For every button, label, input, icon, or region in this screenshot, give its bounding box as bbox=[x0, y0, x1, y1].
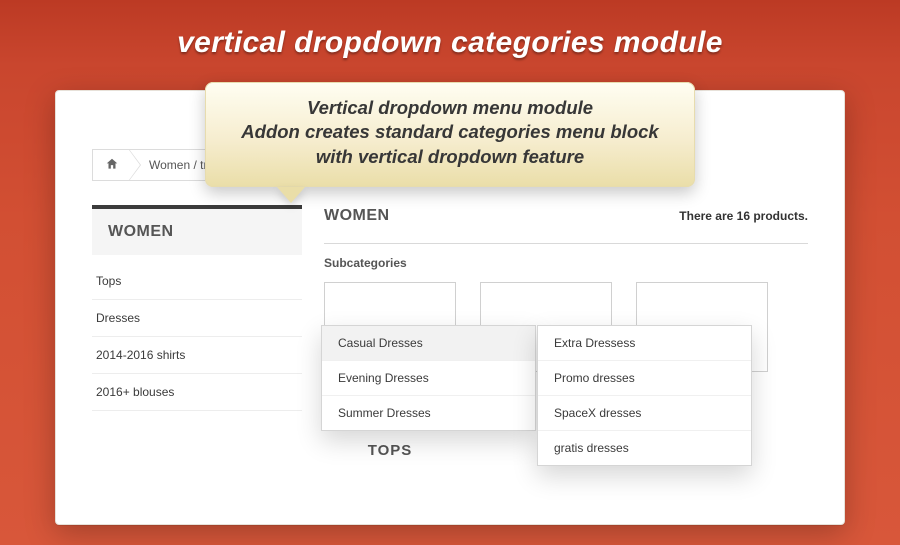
product-count: There are 16 products. bbox=[679, 209, 808, 223]
callout-line: Addon creates standard categories menu b… bbox=[227, 120, 673, 144]
sidebar-item-label: Tops bbox=[92, 263, 302, 299]
sidebar-item-label: Dresses bbox=[92, 300, 302, 336]
category-title: WOMEN bbox=[324, 207, 390, 225]
dropdown-item[interactable]: SpaceX dresses bbox=[538, 396, 751, 431]
dropdown-item[interactable]: Extra Dressess bbox=[538, 326, 751, 361]
callout-line: Vertical dropdown menu module bbox=[227, 96, 673, 120]
sidebar-category-list: Tops Dresses 2014-2016 shirts 2016+ blou… bbox=[92, 263, 302, 411]
sidebar-block-title: WOMEN bbox=[92, 205, 302, 255]
callout-bubble: Vertical dropdown menu module Addon crea… bbox=[205, 82, 695, 187]
sidebar: WOMEN Tops Dresses 2014-2016 shirts 2016… bbox=[92, 205, 302, 459]
dropdown-item[interactable]: Promo dresses bbox=[538, 361, 751, 396]
dropdown-item[interactable]: Evening Dresses bbox=[322, 361, 535, 396]
hero-title: vertical dropdown categories module bbox=[0, 0, 900, 60]
chevron-right-icon bbox=[129, 149, 141, 181]
sidebar-item[interactable]: Dresses bbox=[92, 300, 302, 337]
dropdown-item[interactable]: Summer Dresses bbox=[322, 396, 535, 430]
dropdown-flyout-level2: Extra Dressess Promo dresses SpaceX dres… bbox=[537, 325, 752, 466]
dropdown-flyout-level1: Casual Dresses Evening Dresses Summer Dr… bbox=[321, 325, 536, 431]
breadcrumb-home[interactable] bbox=[92, 149, 130, 181]
sidebar-item[interactable]: Tops bbox=[92, 263, 302, 300]
subcategories-label: Subcategories bbox=[324, 256, 808, 270]
subcategory-title[interactable]: TOPS bbox=[324, 442, 456, 459]
dropdown-item[interactable]: gratis dresses bbox=[538, 431, 751, 465]
home-icon bbox=[105, 157, 119, 174]
callout-line: with vertical dropdown feature bbox=[227, 145, 673, 169]
sidebar-item-label: 2014-2016 shirts bbox=[92, 337, 302, 373]
sidebar-item-label: 2016+ blouses bbox=[92, 374, 302, 410]
sidebar-item[interactable]: 2014-2016 shirts bbox=[92, 337, 302, 374]
sidebar-item[interactable]: 2016+ blouses bbox=[92, 374, 302, 411]
dropdown-item[interactable]: Casual Dresses bbox=[322, 326, 535, 361]
